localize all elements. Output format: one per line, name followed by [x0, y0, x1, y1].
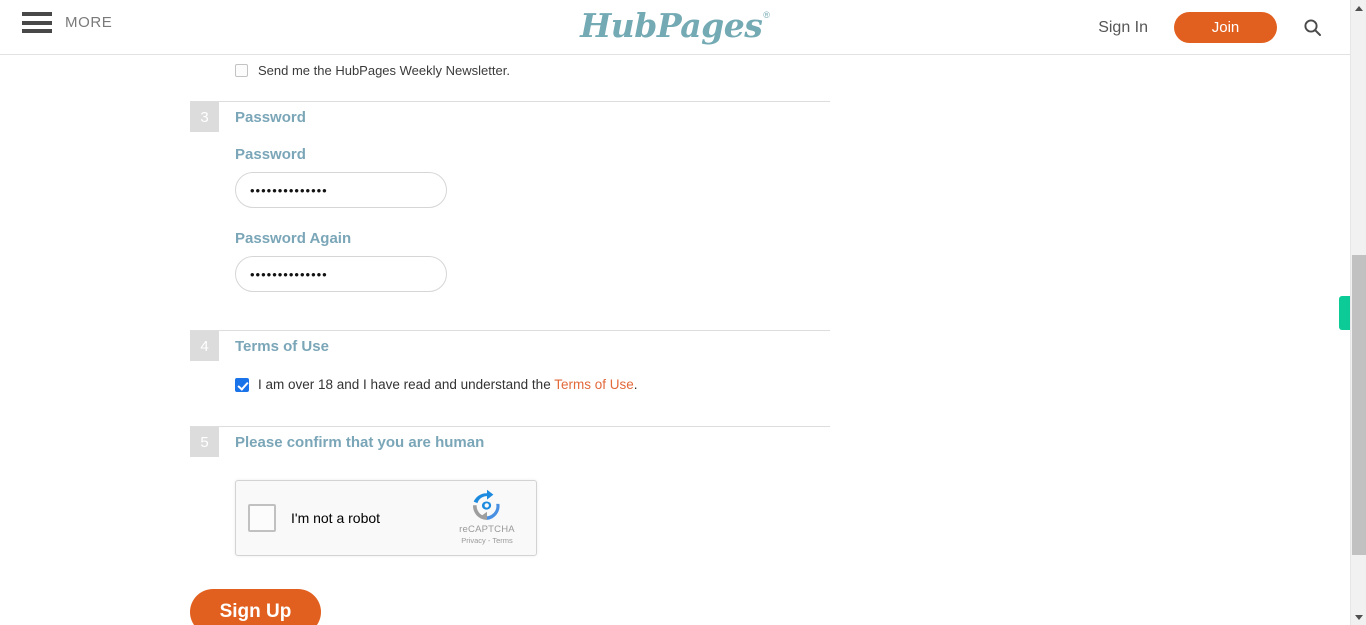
section-terms: 4 Terms of Use I am over 18 and I have r… — [190, 330, 830, 408]
sign-in-link[interactable]: Sign In — [1098, 19, 1148, 37]
recaptcha-privacy-link[interactable]: Privacy — [461, 536, 486, 545]
recaptcha-terms-link[interactable]: Terms — [492, 536, 512, 545]
hubpages-logo[interactable]: HubPages ® — [580, 6, 770, 46]
brand-name: HubPages — [580, 6, 763, 45]
section-title-terms: Terms of Use — [235, 338, 329, 355]
password-again-label: Password Again — [235, 230, 352, 247]
join-button[interactable]: Join — [1174, 12, 1277, 43]
step-badge-4: 4 — [190, 331, 219, 361]
search-icon — [1304, 19, 1321, 36]
more-menu-label: MORE — [65, 14, 113, 31]
recaptcha-widget[interactable]: I'm not a robot reCAPTCHA Privacy - Term… — [235, 480, 537, 556]
password-input[interactable] — [235, 172, 447, 208]
page-scrollbar[interactable] — [1350, 0, 1366, 625]
section-password: 3 Password Password Password Again — [190, 101, 830, 292]
step-badge-5: 5 — [190, 427, 219, 457]
terms-agreement-row: I am over 18 and I have read and underst… — [235, 377, 830, 392]
recaptcha-brand-name: reCAPTCHA — [459, 524, 515, 535]
extension-marker-icon[interactable] — [1339, 296, 1350, 330]
recaptcha-legal-links: Privacy - Terms — [448, 536, 526, 545]
sign-up-button[interactable]: Sign Up — [190, 589, 321, 625]
scroll-up-arrow-icon[interactable] — [1351, 0, 1366, 16]
recaptcha-branding: reCAPTCHA Privacy - Terms — [448, 489, 526, 545]
captcha-body: I'm not a robot reCAPTCHA Privacy - Term… — [190, 457, 830, 625]
terms-body: I am over 18 and I have read and underst… — [190, 361, 830, 408]
terms-text: I am over 18 and I have read and underst… — [258, 377, 638, 392]
search-button[interactable] — [1303, 18, 1322, 37]
terms-of-use-link[interactable]: Terms of Use — [554, 377, 634, 392]
newsletter-optin-row: Send me the HubPages Weekly Newsletter. — [190, 55, 890, 85]
step-badge-3: 3 — [190, 102, 219, 132]
terms-text-before: I am over 18 and I have read and underst… — [258, 377, 555, 392]
recaptcha-logo-wrap — [448, 489, 526, 523]
newsletter-label: Send me the HubPages Weekly Newsletter. — [258, 62, 510, 78]
section-header: 3 Password — [190, 102, 830, 132]
section-header: 5 Please confirm that you are human — [190, 427, 830, 457]
terms-text-after: . — [633, 377, 638, 392]
signup-form: Send me the HubPages Weekly Newsletter. … — [190, 55, 890, 625]
section-title-password: Password — [235, 109, 306, 126]
registered-trademark-icon: ® — [763, 10, 770, 20]
terms-checkbox[interactable] — [235, 377, 249, 392]
recaptcha-checkbox[interactable] — [248, 504, 276, 532]
hamburger-icon — [22, 12, 52, 33]
section-header: 4 Terms of Use — [190, 331, 830, 361]
site-header: MORE HubPages ® Sign In Join — [0, 0, 1350, 55]
newsletter-checkbox[interactable] — [235, 63, 248, 77]
scrollbar-thumb[interactable] — [1352, 255, 1366, 555]
recaptcha-logo-icon — [473, 489, 500, 521]
password-fields: Password Password Again — [190, 132, 830, 292]
section-title-captcha: Please confirm that you are human — [235, 434, 485, 451]
section-captcha: 5 Please confirm that you are human I'm … — [190, 426, 830, 625]
recaptcha-label: I'm not a robot — [291, 510, 381, 526]
header-actions: Sign In Join — [1098, 0, 1322, 55]
password-label: Password — [235, 146, 306, 163]
password-again-input[interactable] — [235, 256, 447, 292]
page-root: MORE HubPages ® Sign In Join Send me the… — [0, 0, 1366, 625]
scroll-down-arrow-icon[interactable] — [1351, 609, 1366, 625]
more-menu-button[interactable]: MORE — [22, 12, 112, 33]
